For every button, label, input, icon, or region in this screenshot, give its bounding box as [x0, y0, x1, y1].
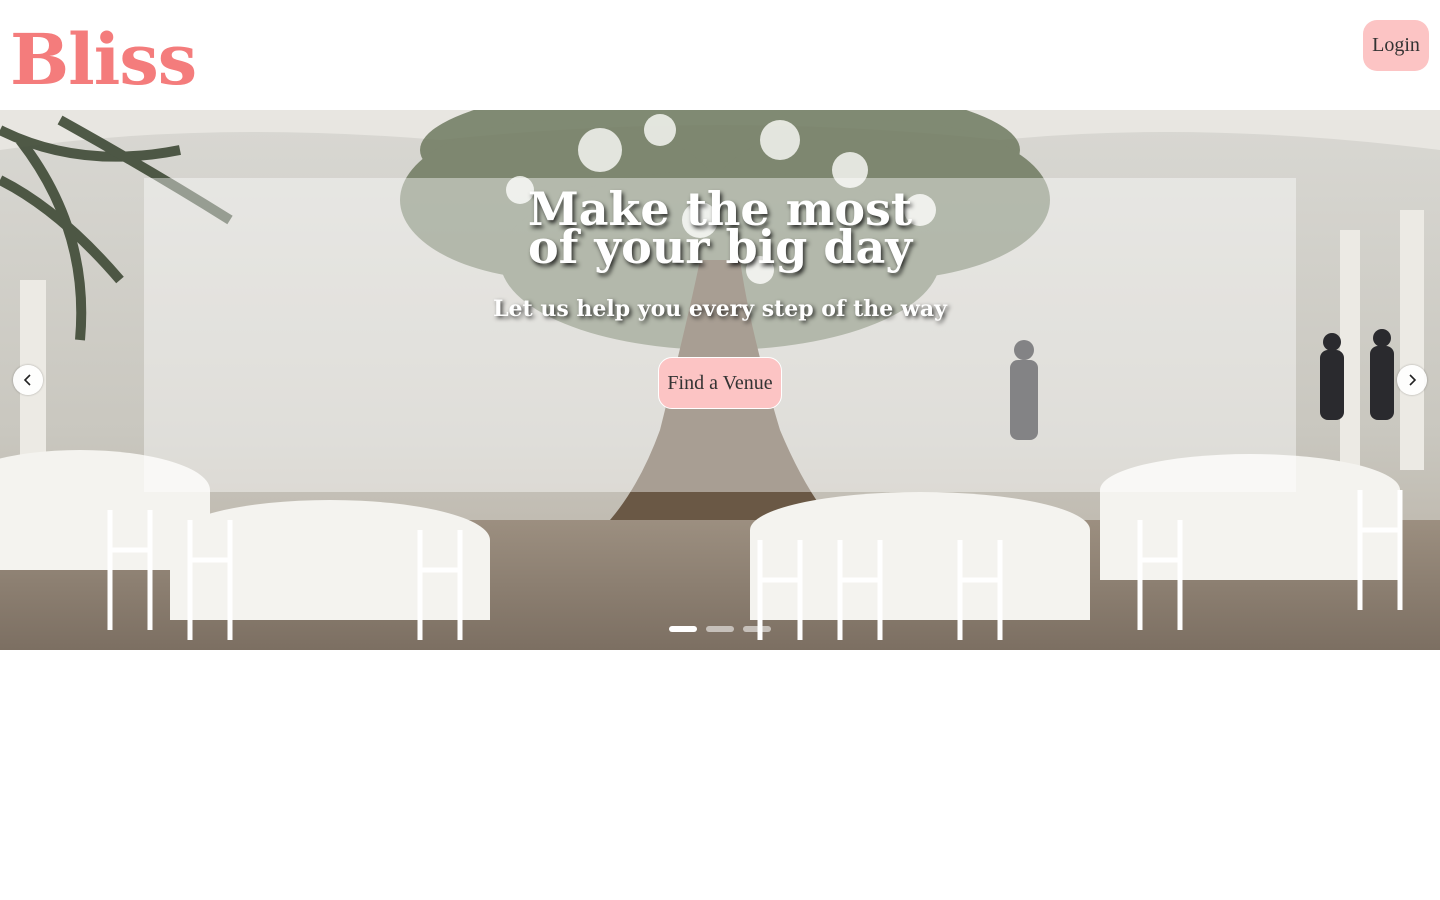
site-header: Bliss Login: [0, 0, 1440, 110]
hero-subtitle: Let us help you every step of the way: [493, 296, 947, 322]
chevron-left-icon: [23, 374, 31, 386]
carousel-indicator-3[interactable]: [743, 626, 771, 632]
carousel-next-button[interactable]: [1397, 365, 1427, 395]
brand-logo[interactable]: Bliss: [10, 18, 197, 102]
hero-title-line-2: of your big day: [527, 220, 913, 274]
hero-carousel: Make the most of your big day Let us hel…: [0, 110, 1440, 650]
carousel-indicator-1[interactable]: [669, 626, 697, 632]
carousel-indicators: [669, 626, 771, 632]
find-venue-button[interactable]: Find a Venue: [658, 357, 782, 409]
carousel-prev-button[interactable]: [13, 365, 43, 395]
hero-title: Make the most of your big day: [0, 186, 1440, 274]
chevron-right-icon: [1409, 374, 1417, 386]
carousel-indicator-2[interactable]: [706, 626, 734, 632]
login-button[interactable]: Login: [1363, 20, 1429, 71]
